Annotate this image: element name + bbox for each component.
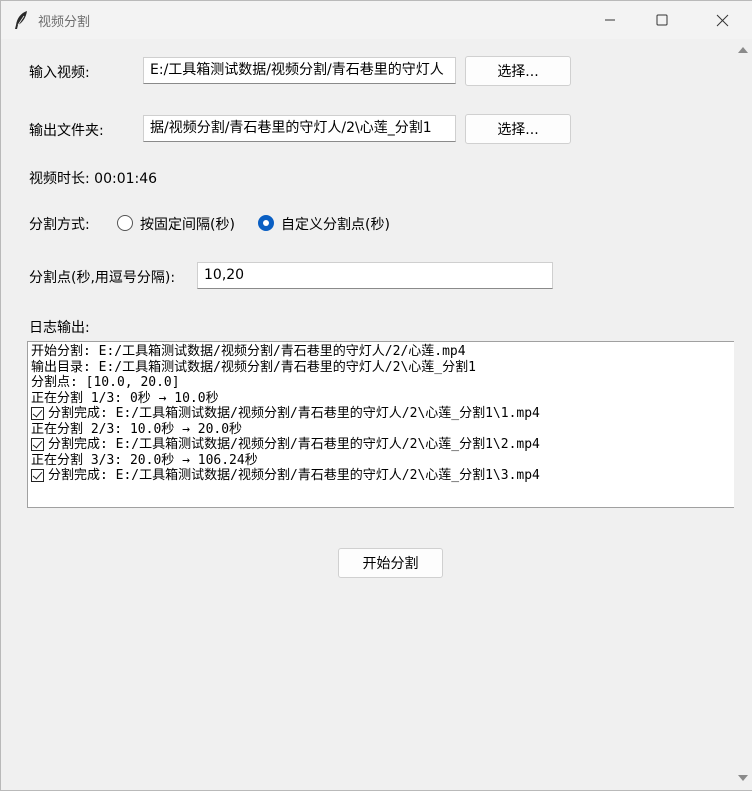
log-line-text: 正在分割 2/3: 10.0秒 → 20.0秒: [31, 421, 243, 437]
minimize-icon: [605, 19, 615, 21]
log-line: 正在分割 2/3: 10.0秒 → 20.0秒: [31, 422, 734, 438]
input-video-label: 输入视频:: [29, 65, 90, 81]
log-line: 分割点: [10.0, 20.0]: [31, 375, 734, 391]
feather-icon: [12, 10, 30, 30]
log-line-text: 正在分割 3/3: 20.0秒 → 106.24秒: [31, 452, 258, 468]
log-line-text: 分割完成: E:/工具箱测试数据/视频分割/青石巷里的守灯人/2\心莲_分割1\…: [48, 437, 540, 452]
log-output-label: 日志输出:: [29, 320, 90, 336]
split-mode-label: 分割方式:: [29, 217, 90, 233]
select-input-button[interactable]: 选择...: [465, 56, 571, 86]
radio-custom-points-label[interactable]: 自定义分割点(秒): [281, 214, 390, 234]
check-icon: [31, 469, 44, 483]
scroll-down-icon[interactable]: [738, 775, 748, 781]
input-video-field[interactable]: E:/工具箱测试数据/视频分割/青石巷里的守灯人: [143, 57, 456, 84]
log-line-text: 输出目录: E:/工具箱测试数据/视频分割/青石巷里的守灯人/2\心莲_分割1: [31, 359, 476, 375]
radio-custom-points-indicator[interactable]: [258, 215, 274, 231]
log-line: 正在分割 3/3: 20.0秒 → 106.24秒: [31, 453, 734, 469]
close-button[interactable]: [696, 1, 748, 39]
check-icon: [31, 407, 44, 421]
title-bar[interactable]: 视频分割: [1, 1, 752, 39]
log-line-text: 分割完成: E:/工具箱测试数据/视频分割/青石巷里的守灯人/2\心莲_分割1\…: [48, 468, 540, 483]
log-line: 输出目录: E:/工具箱测试数据/视频分割/青石巷里的守灯人/2\心莲_分割1: [31, 360, 734, 376]
log-line: 分割完成: E:/工具箱测试数据/视频分割/青石巷里的守灯人/2\心莲_分割1\…: [31, 406, 734, 422]
scrollbar[interactable]: [734, 39, 752, 790]
log-line: 分割完成: E:/工具箱测试数据/视频分割/青石巷里的守灯人/2\心莲_分割1\…: [31, 468, 734, 484]
log-line-text: 分割点: [10.0, 20.0]: [31, 375, 180, 390]
close-icon: [716, 14, 728, 26]
select-output-button[interactable]: 选择...: [465, 114, 571, 144]
split-points-label: 分割点(秒,用逗号分隔):: [29, 270, 176, 286]
scroll-up-icon[interactable]: [738, 47, 748, 53]
radio-fixed-interval-indicator[interactable]: [117, 215, 133, 231]
log-line: 开始分割: E:/工具箱测试数据/视频分割/青石巷里的守灯人/2/心莲.mp4: [31, 344, 734, 360]
log-line: 正在分割 1/3: 0秒 → 10.0秒: [31, 391, 734, 407]
radio-fixed-interval-label[interactable]: 按固定间隔(秒): [140, 214, 235, 234]
log-line-text: 开始分割: E:/工具箱测试数据/视频分割/青石巷里的守灯人/2/心莲.mp4: [31, 344, 466, 359]
minimize-button[interactable]: [584, 1, 636, 39]
app-window: 视频分割 输入视频: E:/工具箱测试数据/视频分割/青石巷里的守灯人 选择..…: [0, 0, 752, 791]
log-line-text: 正在分割 1/3: 0秒 → 10.0秒: [31, 390, 219, 406]
split-points-field[interactable]: 10,20: [197, 262, 553, 289]
log-line-text: 分割完成: E:/工具箱测试数据/视频分割/青石巷里的守灯人/2\心莲_分割1\…: [48, 406, 540, 421]
maximize-icon: [656, 14, 668, 26]
maximize-button[interactable]: [636, 1, 688, 39]
start-split-button[interactable]: 开始分割: [338, 548, 443, 578]
log-line: 分割完成: E:/工具箱测试数据/视频分割/青石巷里的守灯人/2\心莲_分割1\…: [31, 437, 734, 453]
window-title: 视频分割: [38, 15, 91, 30]
output-folder-field[interactable]: 据/视频分割/青石巷里的守灯人/2\心莲_分割1: [143, 115, 456, 142]
video-duration: 视频时长: 00:01:46: [29, 171, 158, 187]
log-output-area[interactable]: 开始分割: E:/工具箱测试数据/视频分割/青石巷里的守灯人/2/心莲.mp4 输…: [27, 341, 734, 508]
output-folder-label: 输出文件夹:: [29, 123, 104, 139]
check-icon: [31, 438, 44, 452]
